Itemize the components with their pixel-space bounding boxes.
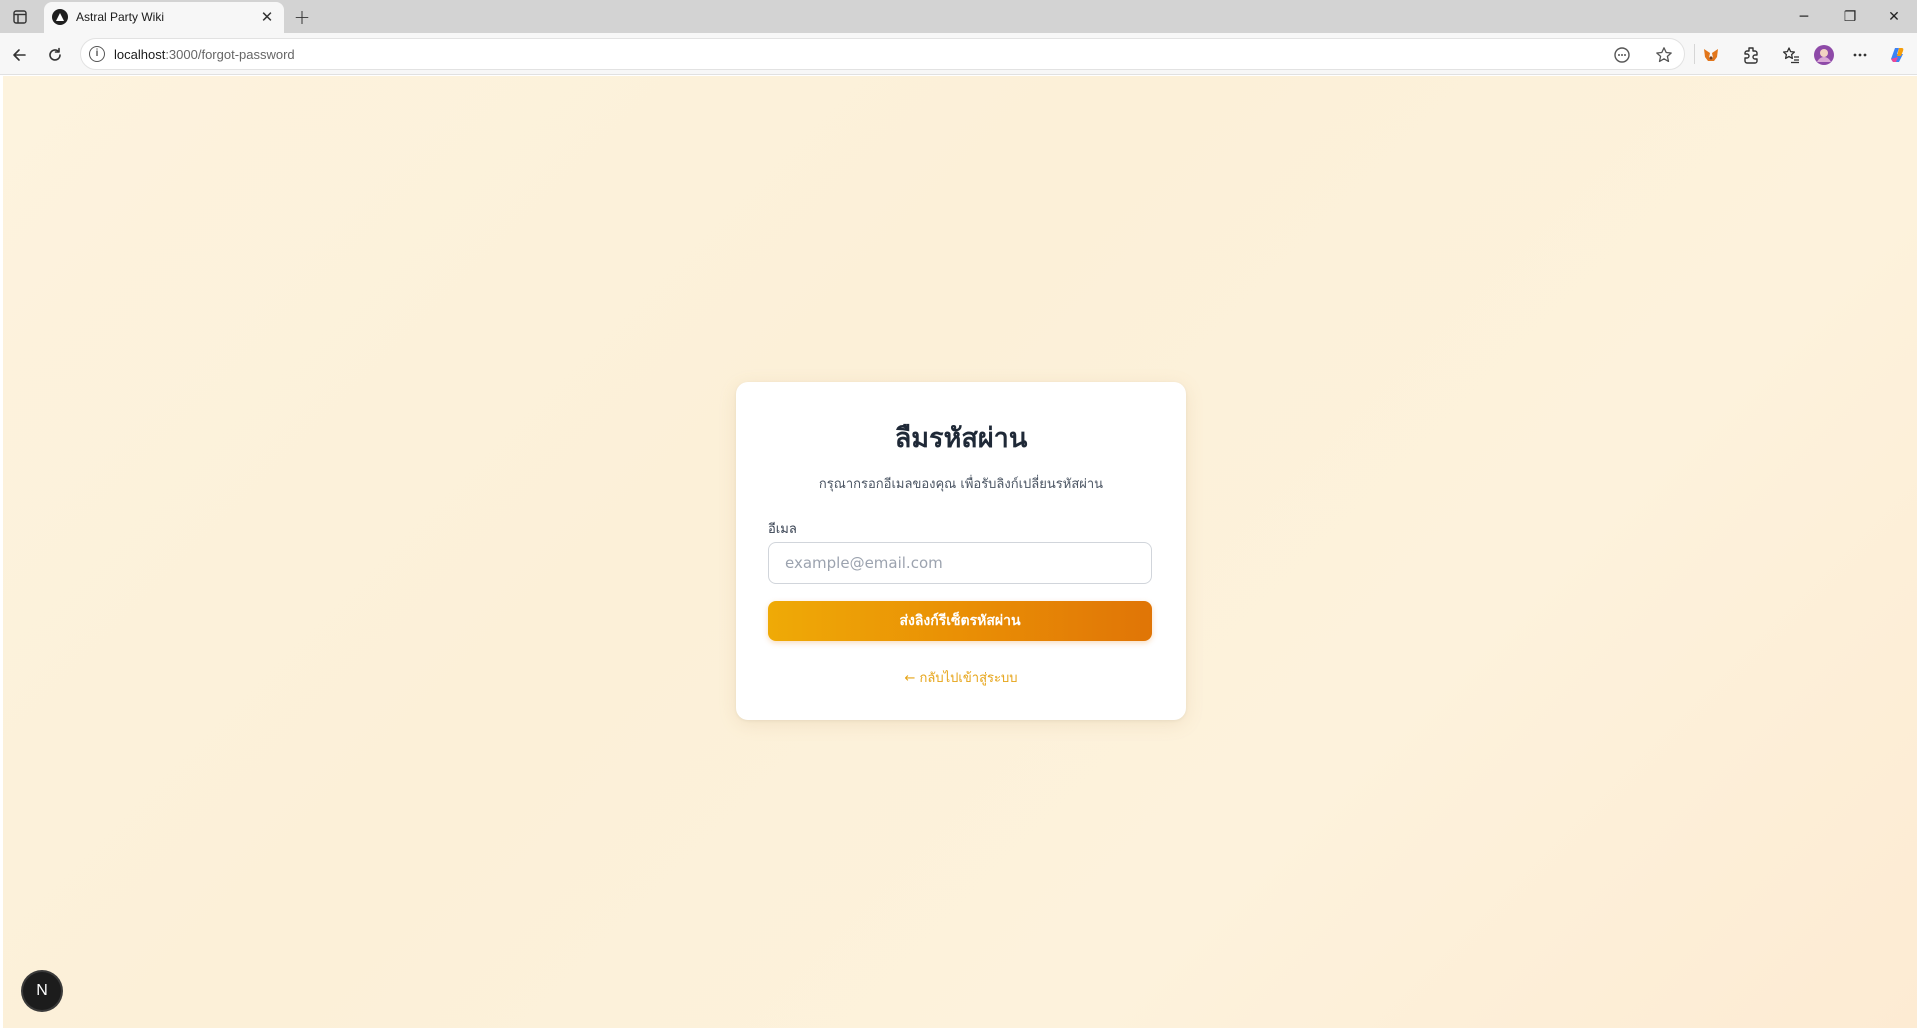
tab-astral-party-wiki[interactable]: Astral Party Wiki ✕ [44, 2, 284, 33]
address-bar[interactable]: i localhost:3000/forgot-password [80, 38, 1685, 70]
favorites-list-icon[interactable] [1778, 42, 1804, 68]
email-input[interactable] [768, 542, 1152, 584]
reload-icon[interactable] [42, 42, 68, 68]
restore-button[interactable]: ❐ [1827, 0, 1873, 33]
close-window-button[interactable]: ✕ [1871, 0, 1917, 33]
new-tab-button[interactable]: + [290, 5, 314, 29]
favorite-star-icon[interactable] [1654, 45, 1674, 65]
metamask-extension-icon[interactable] [1698, 42, 1724, 68]
page-subtitle: กรุณากรอกอีเมลของคุณ เพื่อรับลิงก์เปลี่ย… [818, 477, 1104, 492]
send-reset-link-button[interactable]: ส่งลิงก์รีเซ็ตรหัสผ่าน [768, 601, 1152, 641]
toolbar-divider [1694, 44, 1695, 64]
tab-close-icon[interactable]: ✕ [258, 8, 276, 26]
page-title: ลืมรหัสผ่าน [894, 423, 1028, 454]
browser-toolbar: i localhost:3000/forgot-password [0, 33, 1917, 75]
reading-mode-icon[interactable] [1612, 45, 1632, 65]
tab-actions-icon[interactable] [8, 5, 32, 29]
tab-title: Astral Party Wiki [76, 10, 165, 24]
copilot-icon[interactable] [1884, 42, 1910, 68]
url-path: :3000/forgot-password [165, 47, 295, 62]
minimize-button[interactable]: ─ [1781, 0, 1827, 33]
profile-avatar-icon[interactable] [1811, 42, 1837, 68]
back-icon[interactable] [6, 42, 32, 68]
page-viewport: ลืมรหัสผ่าน กรุณากรอกอีเมลของคุณ เพื่อรั… [3, 76, 1917, 1028]
more-menu-icon[interactable] [1847, 42, 1873, 68]
tab-strip: Astral Party Wiki ✕ + ─ ❐ ✕ [0, 0, 1917, 33]
site-favicon-icon [52, 9, 68, 25]
url-host: localhost [114, 47, 166, 62]
browser-window: Astral Party Wiki ✕ + ─ ❐ ✕ i localhost:… [0, 0, 1917, 1028]
email-label: อีเมล [768, 522, 797, 537]
site-info-icon[interactable]: i [89, 46, 105, 62]
forgot-password-card: ลืมรหัสผ่าน กรุณากรอกอีเมลของคุณ เพื่อรั… [736, 382, 1186, 720]
back-to-login-link[interactable]: ← กลับไปเข้าสู่ระบบ [736, 667, 1186, 688]
nextjs-dev-indicator-button[interactable]: N [23, 972, 61, 1010]
url-text[interactable]: localhost:3000/forgot-password [114, 47, 295, 62]
extensions-icon[interactable] [1738, 42, 1764, 68]
